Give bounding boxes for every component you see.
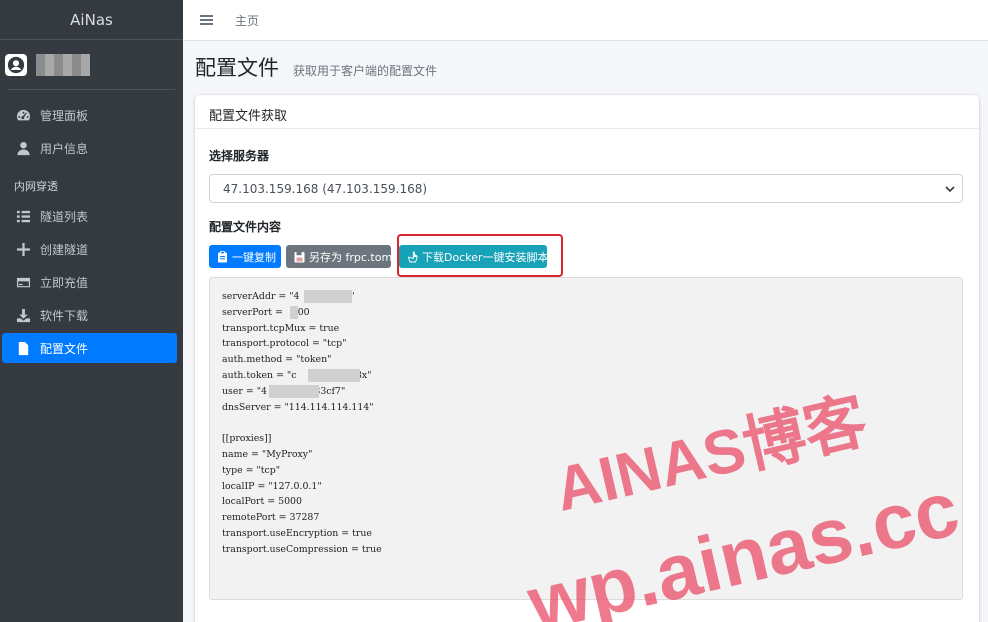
- highlight-box: [397, 234, 563, 277]
- brand-logo[interactable]: AiNas: [0, 0, 183, 40]
- list-icon: [15, 208, 31, 224]
- sidebar-item-label: 用户信息: [40, 141, 89, 156]
- sidebar-item-label: 隧道列表: [40, 209, 89, 224]
- config-line: [[proxies]]: [222, 433, 272, 445]
- sidebar-item-label: 配置文件: [40, 341, 89, 356]
- redaction-block: [304, 290, 352, 303]
- sidebar-item-user-info[interactable]: 用户信息: [2, 133, 177, 163]
- config-line: auth.token = "c 63rznx3x": [222, 368, 372, 382]
- config-line: localPort = 5000: [222, 496, 302, 508]
- redaction-block: [290, 305, 298, 319]
- config-line: transport.tcpMux = true: [222, 322, 340, 334]
- config-line: user = "4 4dba33cf7": [222, 384, 950, 400]
- redaction-block: [269, 384, 319, 398]
- copy-button[interactable]: 一键复制: [209, 245, 281, 268]
- config-line: localIP = "127.0.0.1": [222, 480, 322, 492]
- home-link[interactable]: 主页: [235, 12, 259, 29]
- sidebar-section-header: 内网穿透: [14, 180, 58, 193]
- menu-toggle-icon[interactable]: [200, 15, 213, 25]
- sidebar-item-recharge[interactable]: 立即充值: [2, 267, 177, 297]
- sidebar-item-label: 软件下载: [40, 308, 89, 323]
- user-avatar-icon[interactable]: [5, 53, 27, 76]
- config-line: serverAddr = "4 .168": [222, 290, 355, 303]
- config-line: transport.useCompression = true: [222, 543, 382, 555]
- sidebar: AiNas 管理面板 用户信息 内网穿透 隧道列表 创建隧道 立即充值 软件下载…: [0, 0, 183, 622]
- sidebar-item-label: 创建隧道: [40, 242, 89, 257]
- card-title: 配置文件获取: [195, 95, 979, 129]
- config-content-label: 配置文件内容: [209, 220, 282, 234]
- config-line: dnsServer = "114.114.114.114": [222, 401, 374, 413]
- page-title: 配置文件: [195, 56, 279, 80]
- user-name-redacted[interactable]: [36, 53, 90, 76]
- sidebar-item-label: 管理面板: [40, 108, 89, 123]
- sidebar-nav: 管理面板 用户信息 内网穿透 隧道列表 创建隧道 立即充值 软件下载 配置文件: [0, 100, 183, 363]
- page-subtitle: 获取用于客户端的配置文件: [293, 64, 438, 78]
- config-line: serverPort = 00: [222, 305, 310, 319]
- dashboard-icon: [15, 107, 31, 123]
- plus-icon: [15, 241, 31, 257]
- sidebar-item-label: 立即充值: [40, 275, 89, 290]
- redaction-block: [308, 368, 360, 382]
- download-icon: [15, 307, 31, 323]
- sidebar-item-config-file[interactable]: 配置文件: [2, 333, 177, 363]
- sidebar-item-software-download[interactable]: 软件下载: [2, 300, 177, 330]
- config-line: type = "tcp": [222, 464, 281, 476]
- copy-button-label: 一键复制: [232, 250, 276, 264]
- config-textarea[interactable]: serverAddr = "4 .168" serverPort = 00 tran…: [209, 277, 963, 600]
- config-line: auth.method = "token": [222, 354, 332, 366]
- server-select-value: 47.103.159.168 (47.103.159.168): [223, 181, 428, 196]
- config-line: remotePort = 37287: [222, 512, 320, 524]
- save-as-button[interactable]: 另存为 frpc.toml: [286, 245, 395, 268]
- server-select-label: 选择服务器: [209, 149, 270, 163]
- config-line: [222, 415, 950, 431]
- sidebar-item-tunnel-list[interactable]: 隧道列表: [2, 201, 177, 231]
- file-icon: [15, 340, 31, 356]
- config-line: name = "MyProxy": [222, 448, 313, 460]
- server-select[interactable]: 47.103.159.168 (47.103.159.168): [209, 174, 963, 203]
- clipboard-icon: [217, 250, 228, 263]
- sidebar-item-create-tunnel[interactable]: 创建隧道: [2, 234, 177, 264]
- chevron-down-icon: [945, 186, 955, 193]
- user-panel: [5, 40, 175, 90]
- config-line: transport.useEncryption = true: [222, 527, 372, 539]
- save-as-button-label: 另存为 frpc.toml: [309, 250, 396, 264]
- config-card: 配置文件获取 选择服务器 47.103.159.168 (47.103.159.…: [195, 95, 979, 622]
- sidebar-item-dashboard[interactable]: 管理面板: [2, 100, 177, 130]
- save-icon: [294, 251, 305, 263]
- config-line: transport.protocol = "tcp": [222, 338, 347, 350]
- topbar: 主页: [183, 0, 988, 41]
- user-icon: [15, 140, 31, 156]
- credit-card-icon: [15, 274, 31, 290]
